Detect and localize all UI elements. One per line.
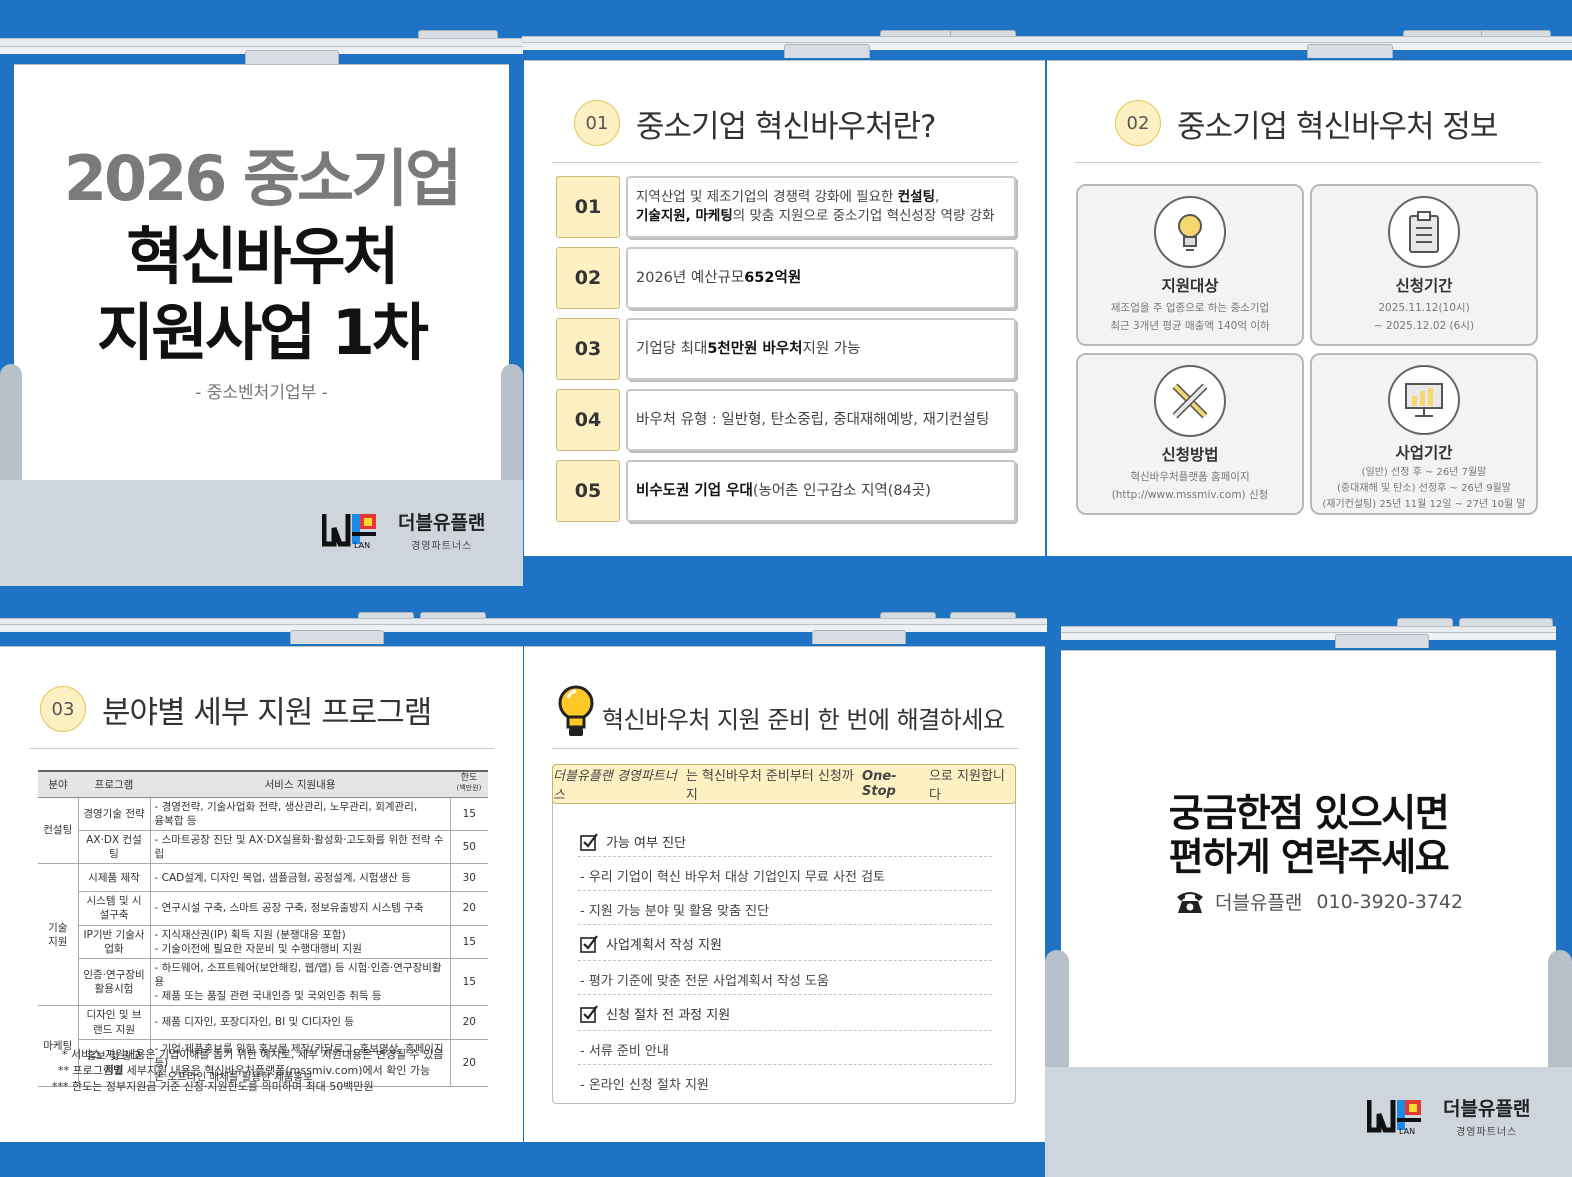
logo-name: 더블유플랜 bbox=[398, 512, 486, 534]
table-footnote: *** 한도는 정부지원금 기준 신청·지원한도를 의미하며 최대 50백만원 bbox=[52, 1080, 374, 1093]
section1-row-4: 바우처 유형 : 일반형, 탄소중립, 중대재해예방, 재기컨설팅 bbox=[626, 389, 1016, 451]
row-number: 03 bbox=[556, 318, 620, 380]
section2-panel: 02 중소기업 혁신바우처 정보 지원대상 제조업을 주 업종으로 하는 중소기… bbox=[1045, 30, 1572, 556]
section-number-badge: 02 bbox=[1115, 100, 1161, 146]
folder-tab bbox=[1335, 634, 1429, 648]
section2-title: 중소기업 혁신바우처 정보 bbox=[1177, 108, 1498, 145]
company-logo: LAN 더블유플랜 경영파트너스 bbox=[1366, 1094, 1531, 1138]
divider bbox=[552, 748, 1018, 749]
section1-title: 중소기업 혁신바우처란? bbox=[636, 108, 937, 145]
table-row: 시스템 및 시설구축 - 연구시설 구축, 스마트 공장 구축, 정보유출방지 … bbox=[38, 891, 488, 926]
section1-row-5: 비수도권 기업 우대 (농어촌 인구감소 지역(84곳) bbox=[626, 460, 1016, 522]
logo-subtitle: 경영파트너스 bbox=[411, 541, 473, 552]
folder-tab bbox=[1307, 44, 1393, 58]
wplan-logo-icon: LAN bbox=[321, 510, 388, 550]
onestop-title: 혁신바우처 지원 준비 한 번에 해결하세요 bbox=[602, 706, 1005, 734]
phone-icon bbox=[1177, 891, 1203, 913]
section3-panel: 03 분야별 세부 지원 프로그램 분야 프로그램 서비스 지원내용 한도 (백만… bbox=[0, 612, 523, 1142]
section2-heading: 02 중소기업 혁신바우처 정보 bbox=[1115, 100, 1498, 146]
wplan-logo-icon: LAN bbox=[1366, 1096, 1433, 1136]
onestop-banner: 더블유플랜 경영파트너스 는 혁신바우처 준비부터 신청까지 One-Stop 으로… bbox=[552, 764, 1016, 804]
folder-tab bbox=[812, 630, 906, 644]
section1-panel: 01 중소기업 혁신바우처란? 01 지역산업 및 제조기업의 경쟁력 강화에 … bbox=[522, 30, 1047, 556]
divider bbox=[552, 162, 1018, 163]
clipboard-icon bbox=[1388, 196, 1460, 268]
row-number: 01 bbox=[556, 176, 620, 238]
contact-company: 더블유플랜 bbox=[1215, 892, 1303, 914]
folder-tab bbox=[784, 44, 870, 58]
logo-name: 더블유플랜 bbox=[1443, 1098, 1531, 1120]
svg-text:LAN: LAN bbox=[354, 541, 370, 550]
cta-line2: 편하게 연락주세요 bbox=[1168, 835, 1450, 879]
section3-title: 분야별 세부 지원 프로그램 bbox=[102, 694, 432, 731]
lightbulb-icon bbox=[558, 685, 594, 736]
divider bbox=[1075, 162, 1541, 163]
contact-panel: 궁금한점 있으시면 편하게 연락주세요 더블유플랜 010-3920-3742 … bbox=[1045, 612, 1572, 1177]
checklist-item: 가능 여부 진단 bbox=[580, 832, 686, 851]
onestop-panel: 혁신바우처 지원 준비 한 번에 해결하세요 더블유플랜 경영파트너스 는 혁신바… bbox=[522, 612, 1047, 1142]
cover-panel: 2026 중소기업 혁신바우처 지원사업 1차 - 중소벤처기업부 - LAN … bbox=[0, 30, 523, 586]
contact-info: 더블유플랜 010-3920-3742 bbox=[1175, 888, 1463, 915]
checklist-item: 사업계획서 작성 지원 bbox=[580, 934, 722, 953]
checklist-item: 신청 절차 전 과정 지원 bbox=[580, 1004, 730, 1023]
table-row: 마케팅 디자인 및 브랜드 지원 - 제품 디자인, 포장디자인, BI 및 C… bbox=[38, 1005, 488, 1088]
table-row: 인증·연구장비 활용시험 - 하드웨어, 소프트웨어(보안해킹, 웹/앱) 등 … bbox=[38, 958, 488, 1007]
cover-subtitle: - 중소벤처기업부 - bbox=[195, 383, 328, 403]
svg-text:LAN: LAN bbox=[1399, 1127, 1415, 1136]
contact-phone[interactable]: 010-3920-3742 bbox=[1316, 891, 1463, 913]
program-table: 분야 프로그램 서비스 지원내용 한도 (백만원) 컨설팅 경영기술 전략 - 경… bbox=[38, 770, 488, 1088]
checkbox-checked-icon bbox=[580, 1004, 598, 1023]
info-card-target: 지원대상 제조업을 주 업종으로 하는 중소기업 최근 3개년 평균 매출액 1… bbox=[1076, 184, 1304, 346]
cover-title-line2: 혁신바우처 bbox=[126, 220, 399, 293]
table-row: 기술 지원 시제품 제작 - CAD설계, 디자인 목업, 샘플금형, 공정설계… bbox=[38, 863, 488, 1007]
row-number: 04 bbox=[556, 389, 620, 451]
folder-tab bbox=[290, 630, 384, 644]
monitor-chart-icon bbox=[1388, 365, 1460, 435]
table-footnote: * 서비스 지원내용은 기업이해를 돕기 위한 예시로, 세부 지원내용은 변경… bbox=[62, 1048, 444, 1061]
table-footnote: ** 프로그램별 세부지원 내용은 혁신바우처플랫폼(mssmiv.com)에서… bbox=[58, 1064, 431, 1077]
cta-line1: 궁금한점 있으시면 bbox=[1168, 791, 1450, 835]
row-number: 05 bbox=[556, 460, 620, 522]
section1-row-1: 지역산업 및 제조기업의 경쟁력 강화에 필요한 컨설팅, 기술지원, 마케팅의… bbox=[626, 176, 1016, 238]
section1-row-3: 기업당 최대 5천만원 바우처 지원 가능 bbox=[626, 318, 1016, 380]
cover-title-line3: 지원사업 1차 bbox=[97, 296, 429, 369]
table-header-row: 분야 프로그램 서비스 지원내용 한도 (백만원) bbox=[38, 770, 488, 798]
checklist-subitem: - 지원 가능 분야 및 활용 맞춤 진단 bbox=[580, 904, 770, 919]
folder-tab bbox=[245, 50, 339, 64]
section1-row-2: 2026년 예산규모 652억원 bbox=[626, 247, 1016, 309]
company-logo: LAN 더블유플랜 경영파트너스 bbox=[321, 508, 486, 552]
info-card-business-period: 사업기간 (일반) 선정 후 ~ 26년 7월말 (중대재해 및 탄소) 선정후… bbox=[1310, 353, 1538, 515]
checkbox-checked-icon bbox=[580, 934, 598, 953]
cover-title-line1: 2026 중소기업 bbox=[63, 142, 462, 215]
table-row: 컨설팅 경영기술 전략 - 경영전략, 기술사업화 전략, 생산관리, 노무관리… bbox=[38, 797, 488, 865]
section3-heading: 03 분야별 세부 지원 프로그램 bbox=[40, 686, 432, 732]
section-number-badge: 03 bbox=[40, 686, 86, 732]
row-number: 02 bbox=[556, 247, 620, 309]
logo-subtitle: 경영파트너스 bbox=[1456, 1127, 1518, 1138]
info-card-period: 신청기간 2025.11.12(10시) ~ 2025.12.02 (6시) bbox=[1310, 184, 1538, 346]
checklist-subitem: - 평가 기준에 맞춘 전문 사업계획서 작성 도움 bbox=[580, 974, 829, 989]
section1-heading: 01 중소기업 혁신바우처란? bbox=[574, 100, 937, 146]
checklist-subitem: - 온라인 신청 절차 지원 bbox=[580, 1078, 709, 1093]
checkbox-checked-icon bbox=[580, 832, 598, 851]
pencil-ruler-icon bbox=[1154, 365, 1226, 437]
checklist-subitem: - 우리 기업이 혁신 바우처 대상 기업인지 무료 사전 검토 bbox=[580, 870, 886, 885]
lightbulb-icon bbox=[1154, 196, 1226, 268]
table-row: AX·DX 컨설팅 - 스마트공장 진단 및 AX·DX실용화·활성화·고도화를… bbox=[38, 830, 488, 865]
section-number-badge: 01 bbox=[574, 100, 620, 146]
checklist-subitem: - 서류 준비 안내 bbox=[580, 1044, 669, 1059]
divider bbox=[30, 748, 494, 749]
table-row: IP기반 기술사업화 - 지식재산권(IP) 획득 지원 (분쟁대응 포함) - … bbox=[38, 925, 488, 959]
info-card-method: 신청방법 혁신바우처플랫폼 홈페이지 (http://www.mssmiv.co… bbox=[1076, 353, 1304, 515]
